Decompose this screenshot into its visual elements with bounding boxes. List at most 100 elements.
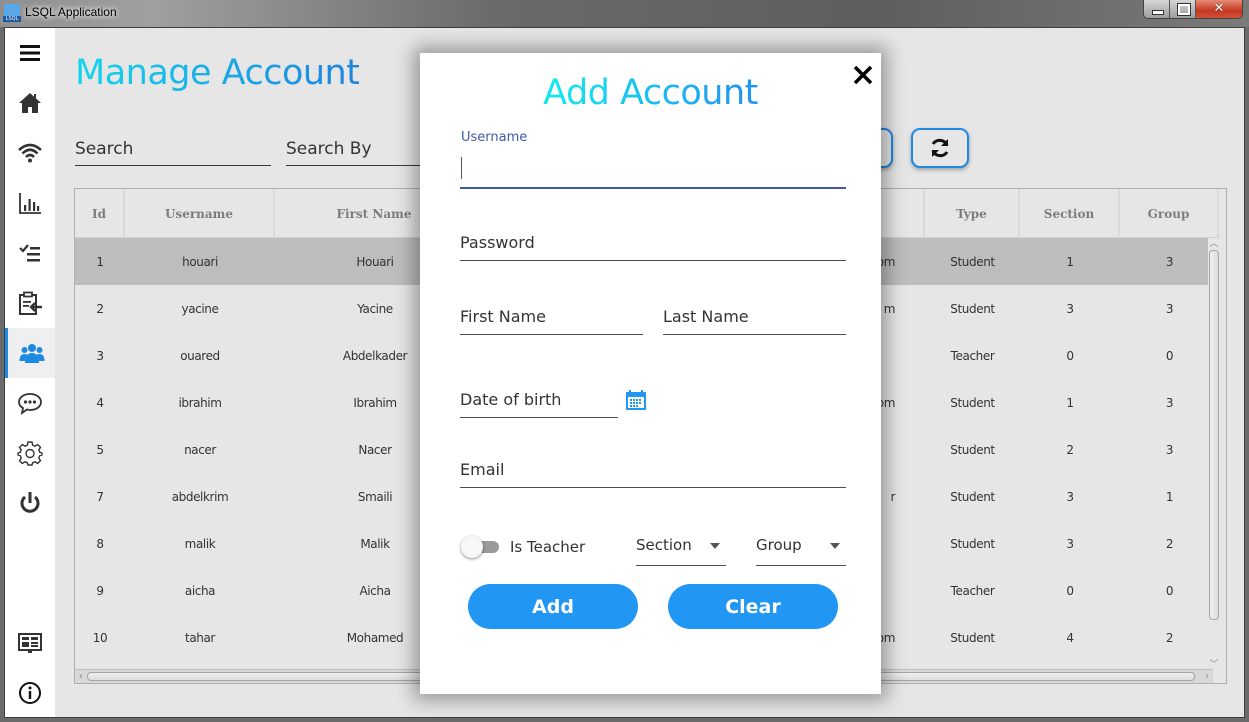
sidebar-item-dashboard[interactable] [5, 618, 55, 668]
cell-id: 10 [92, 630, 108, 645]
cell-id: 9 [96, 583, 104, 598]
scroll-right-arrow[interactable]: › [1201, 670, 1213, 683]
close-icon [853, 65, 873, 85]
chevron-down-icon [830, 543, 840, 549]
cell-type: Student [950, 301, 995, 316]
cell-id: 4 [96, 395, 104, 410]
cell-group: 1 [1165, 489, 1174, 504]
cell-section: 3 [1066, 489, 1074, 504]
cell-group: 3 [1165, 254, 1174, 269]
scroll-up-arrow[interactable]: ︿ [1208, 238, 1220, 250]
dashboard-monitor-icon [18, 633, 42, 653]
username-input[interactable] [460, 153, 846, 184]
sidebar-item-checklist[interactable] [5, 228, 55, 278]
calendar-icon [626, 390, 646, 410]
cell-username: malik [184, 536, 216, 551]
column-header-group[interactable]: Group [1120, 189, 1219, 238]
column-header-type[interactable]: Type [925, 189, 1020, 238]
maximize-button[interactable] [1170, 0, 1196, 18]
cell-id: 3 [96, 348, 104, 363]
close-window-button[interactable]: ✕ [1196, 0, 1242, 18]
close-dialog-button[interactable] [851, 63, 875, 87]
is-teacher-toggle[interactable] [461, 536, 501, 559]
email-input[interactable] [460, 460, 846, 487]
cell-username: tahar [185, 630, 215, 645]
sidebar-item-logout[interactable] [5, 478, 55, 528]
sidebar-item-info[interactable] [5, 668, 55, 718]
sidebar-item-wifi[interactable] [5, 128, 55, 178]
cell-username: ouared [180, 348, 220, 363]
sidebar-item-home[interactable] [5, 78, 55, 128]
users-icon [19, 344, 44, 363]
search-by-field [286, 139, 426, 166]
cell-username: abdelkrim [171, 489, 229, 504]
sidebar-item-clipboard[interactable] [5, 278, 55, 328]
vertical-scrollbar[interactable]: ︿ ﹀ [1208, 238, 1220, 671]
cell-type: Student [950, 630, 995, 645]
group-select-label: Group [756, 536, 802, 554]
sidebar-item-settings[interactable] [5, 428, 55, 478]
info-icon [19, 682, 41, 704]
gear-icon [17, 441, 43, 466]
add-button[interactable]: Add [468, 584, 638, 629]
cell-section: 0 [1066, 583, 1074, 598]
date-of-birth-input[interactable] [460, 390, 618, 417]
home-icon [19, 93, 41, 113]
power-icon [20, 492, 40, 513]
chevron-down-icon [710, 543, 720, 549]
sidebar-item-statistics[interactable] [5, 178, 55, 228]
date-of-birth-field [460, 390, 618, 418]
cell-group: 0 [1165, 348, 1174, 363]
section-select-label: Section [636, 536, 692, 554]
vertical-scroll-thumb[interactable] [1209, 250, 1219, 620]
dialog-title: Add Account [420, 73, 881, 113]
checklist-icon [19, 244, 40, 262]
hamburger-menu-icon [20, 45, 40, 61]
group-select[interactable]: Group [756, 536, 846, 566]
chat-bubble-icon [18, 393, 42, 416]
cell-id: 8 [96, 536, 104, 551]
cell-type: Student [950, 536, 995, 551]
date-picker-button[interactable] [625, 389, 647, 411]
page-title: Manage Account [75, 53, 360, 93]
cell-section: 0 [1066, 348, 1074, 363]
cell-group: 3 [1165, 395, 1174, 410]
email-field [460, 460, 846, 488]
cell-section: 1 [1066, 395, 1074, 410]
sidebar-item-accounts[interactable] [5, 328, 55, 378]
search-field [75, 139, 271, 166]
column-header-username[interactable]: Username [125, 189, 275, 238]
minimize-button[interactable] [1144, 0, 1170, 18]
cell-id: 5 [96, 442, 104, 457]
column-header-id[interactable]: Id [75, 189, 125, 238]
scroll-left-arrow[interactable]: ‹ [75, 670, 87, 683]
refresh-button[interactable] [911, 128, 969, 168]
last-name-input[interactable] [663, 307, 846, 334]
cell-section: 3 [1066, 536, 1074, 551]
last-name-field [663, 307, 846, 335]
sidebar-item-menu[interactable] [5, 28, 55, 78]
cell-id: 2 [96, 301, 104, 316]
cell-type: Teacher [950, 348, 995, 363]
cell-username: houari [182, 254, 218, 269]
title-bar: LSQL Application ✕ [0, 0, 1249, 27]
sidebar-item-chat[interactable] [5, 378, 55, 428]
cell-group: 2 [1165, 536, 1174, 551]
cell-group: 3 [1165, 442, 1174, 457]
first-name-input[interactable] [460, 307, 643, 334]
password-input[interactable] [460, 233, 846, 260]
column-header-section[interactable]: Section [1020, 189, 1120, 238]
clear-button[interactable]: Clear [668, 584, 838, 629]
cell-username: aicha [184, 583, 216, 598]
username-label: Username [461, 130, 528, 145]
section-select[interactable]: Section [636, 536, 726, 566]
username-field [460, 153, 846, 189]
cell-section: 3 [1066, 301, 1074, 316]
cell-group: 2 [1165, 630, 1174, 645]
app-logo-icon [3, 4, 21, 22]
search-by-select[interactable] [286, 139, 426, 165]
cell-type: Student [950, 395, 995, 410]
cell-type: Teacher [950, 583, 995, 598]
wifi-icon [18, 143, 42, 163]
search-input[interactable] [75, 139, 271, 165]
